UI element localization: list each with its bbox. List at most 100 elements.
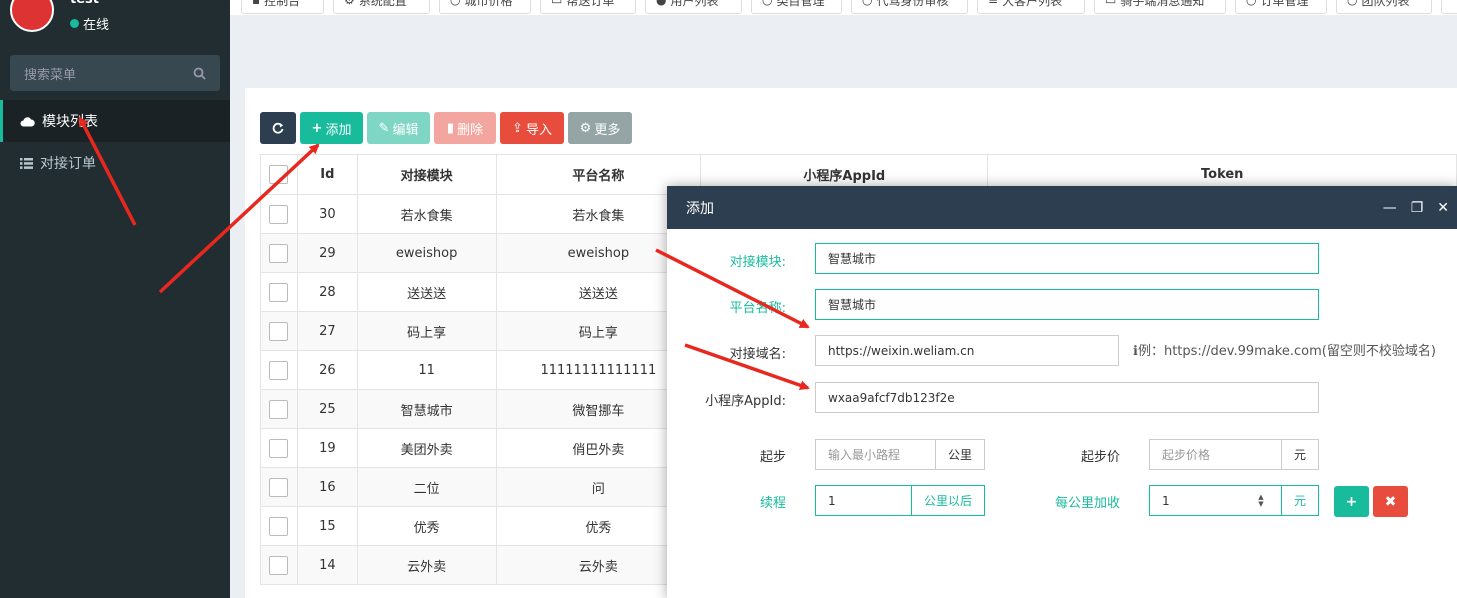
appid-input[interactable]: wxaa9afcf7db123f2e	[815, 382, 1319, 413]
col-header-id[interactable]: Id	[296, 154, 358, 195]
tab-team-list[interactable]: ○ 团队列表	[1336, 0, 1432, 14]
row-checkbox[interactable]	[269, 282, 289, 302]
remove-row-button[interactable]: ✖	[1373, 486, 1408, 517]
edit-button[interactable]: ✎ 编辑	[367, 112, 430, 144]
row-checkbox[interactable]	[269, 243, 289, 263]
comment-icon: ▭	[1105, 0, 1117, 7]
row-checkbox[interactable]	[269, 555, 289, 575]
circle-icon: ○	[450, 0, 461, 7]
tab-order-manage[interactable]: ○ 订单管理	[1235, 0, 1327, 14]
row-select-cell	[260, 545, 298, 585]
continue-input[interactable]: 1	[815, 485, 912, 516]
dialog-header[interactable]: 添加 — ❐ ✕	[667, 186, 1457, 229]
cell-id: 29	[296, 233, 358, 273]
domain-input[interactable]: https://weixin.weliam.cn	[815, 335, 1119, 366]
cell-id: 19	[296, 428, 358, 468]
tab-system-config[interactable]: ⚙ 系统配置	[333, 0, 430, 14]
module-label: 对接模块:	[729, 255, 786, 270]
dialog-title: 添加	[686, 200, 714, 217]
import-button[interactable]: ⇪ 导入	[500, 112, 564, 144]
cell-id: 26	[296, 350, 358, 390]
avatar[interactable]	[10, 0, 54, 32]
row-checkbox[interactable]	[269, 321, 289, 341]
circle-icon: ○	[1246, 0, 1257, 7]
cell-module: eweishop	[356, 233, 497, 273]
cell-id: 28	[296, 272, 358, 312]
user-status-text: 在线	[83, 18, 110, 33]
more-button[interactable]: ⚙ 更多	[568, 112, 632, 144]
list-icon	[20, 157, 33, 169]
row-select-cell	[260, 311, 298, 351]
cell-id: 25	[296, 389, 358, 429]
row-select-cell	[260, 506, 298, 546]
sidebar-item-label: 模块列表	[42, 114, 98, 130]
cell-module: 送送送	[356, 272, 497, 312]
row-checkbox[interactable]	[269, 516, 289, 536]
continue-unit: 公里以后	[911, 485, 985, 516]
sidebar-search-input[interactable]: 搜索菜单	[10, 55, 220, 91]
minimize-icon[interactable]: —	[1383, 200, 1397, 216]
top-nav: ▪ 控制台 ⚙ 系统配置 ○ 城市价格 ▭ 帮送订单 ● 用户列表 ○ 类目管理 ○ 代驾身份…	[230, 0, 1457, 15]
tab-overflow[interactable]	[1441, 0, 1457, 14]
close-icon[interactable]: ✕	[1437, 200, 1449, 216]
add-row-button[interactable]: +	[1334, 486, 1369, 517]
tab-rider-notice[interactable]: ▭ 骑手端消息通知	[1094, 0, 1226, 14]
per-km-label: 每公里加收	[1054, 496, 1120, 511]
start-distance-input[interactable]: 输入最小路程	[815, 439, 936, 470]
start-price-label: 起步价	[1080, 450, 1120, 465]
row-checkbox[interactable]	[269, 477, 289, 497]
tab-driver-review[interactable]: ○ 代驾身份审核	[851, 0, 968, 14]
sidebar-item-orders[interactable]: 对接订单	[0, 142, 230, 184]
sidebar-item-modules[interactable]: 模块列表	[0, 100, 230, 142]
select-all-checkbox[interactable]	[269, 165, 289, 184]
platform-input[interactable]: 智慧城市	[815, 289, 1319, 320]
row-select-cell	[260, 467, 298, 507]
maximize-icon[interactable]: ❐	[1411, 200, 1424, 216]
continue-label: 续程	[759, 496, 786, 511]
col-header-module[interactable]: 对接模块	[356, 154, 497, 195]
select-all-cell	[260, 154, 298, 195]
row-checkbox[interactable]	[269, 204, 289, 224]
tab-user-list[interactable]: ● 用户列表	[645, 0, 742, 14]
delete-button[interactable]: ▮ 删除	[434, 112, 496, 144]
circle-icon: ○	[1347, 0, 1358, 7]
per-km-unit: 元	[1281, 485, 1319, 516]
add-button[interactable]: + 添加	[300, 112, 363, 144]
times-icon: ✖	[1384, 493, 1397, 510]
start-label: 起步	[759, 450, 786, 465]
tab-city-price[interactable]: ○ 城市价格	[439, 0, 531, 14]
row-select-cell	[260, 233, 298, 273]
refresh-button[interactable]	[260, 112, 296, 144]
tab-big-clients[interactable]: ≡ 大客户列表	[977, 0, 1085, 14]
cell-module: 二位	[356, 467, 497, 507]
circle-icon: ○	[862, 0, 873, 7]
app-window: test 在线 搜索菜单 模块列表 对接订单 ▪控制台 ⚙系统配置 ○城市价格 …	[0, 0, 1457, 598]
user-status: 在线	[70, 14, 109, 33]
domain-hint: ℹ例：https://dev.99make.com(留空则不校验域名)	[1133, 344, 1436, 359]
cell-id: 14	[296, 545, 358, 585]
dialog-controls: — ❐ ✕	[1383, 186, 1449, 229]
search-icon[interactable]	[193, 67, 206, 80]
platform-label: 平台名称:	[729, 301, 786, 316]
list-icon: ≡	[988, 0, 999, 7]
row-checkbox[interactable]	[269, 438, 289, 458]
row-checkbox[interactable]	[269, 360, 289, 380]
module-input[interactable]: 智慧城市	[815, 243, 1319, 274]
online-dot-icon	[70, 19, 79, 28]
cell-id: 27	[296, 311, 358, 351]
gear-icon: ⚙	[579, 120, 592, 136]
stepper-icon[interactable]: ▲ ▼	[1256, 493, 1266, 509]
sidebar: test 在线 搜索菜单 模块列表 对接订单	[0, 0, 230, 598]
row-select-cell	[260, 428, 298, 468]
tab-dashboard[interactable]: ▪ 控制台	[241, 0, 324, 14]
plus-icon: +	[1345, 493, 1358, 510]
tab-delivery-orders[interactable]: ▭ 帮送订单	[540, 0, 636, 14]
tab-category[interactable]: ○ 类目管理	[751, 0, 842, 14]
comment-icon: ▭	[551, 0, 563, 7]
user-icon: ●	[656, 0, 667, 7]
upload-icon: ⇪	[512, 120, 523, 136]
cell-module: 智慧城市	[356, 389, 497, 429]
start-price-input[interactable]: 起步价格	[1149, 439, 1282, 470]
row-checkbox[interactable]	[269, 399, 289, 419]
dashboard-icon: ▪	[252, 0, 261, 7]
